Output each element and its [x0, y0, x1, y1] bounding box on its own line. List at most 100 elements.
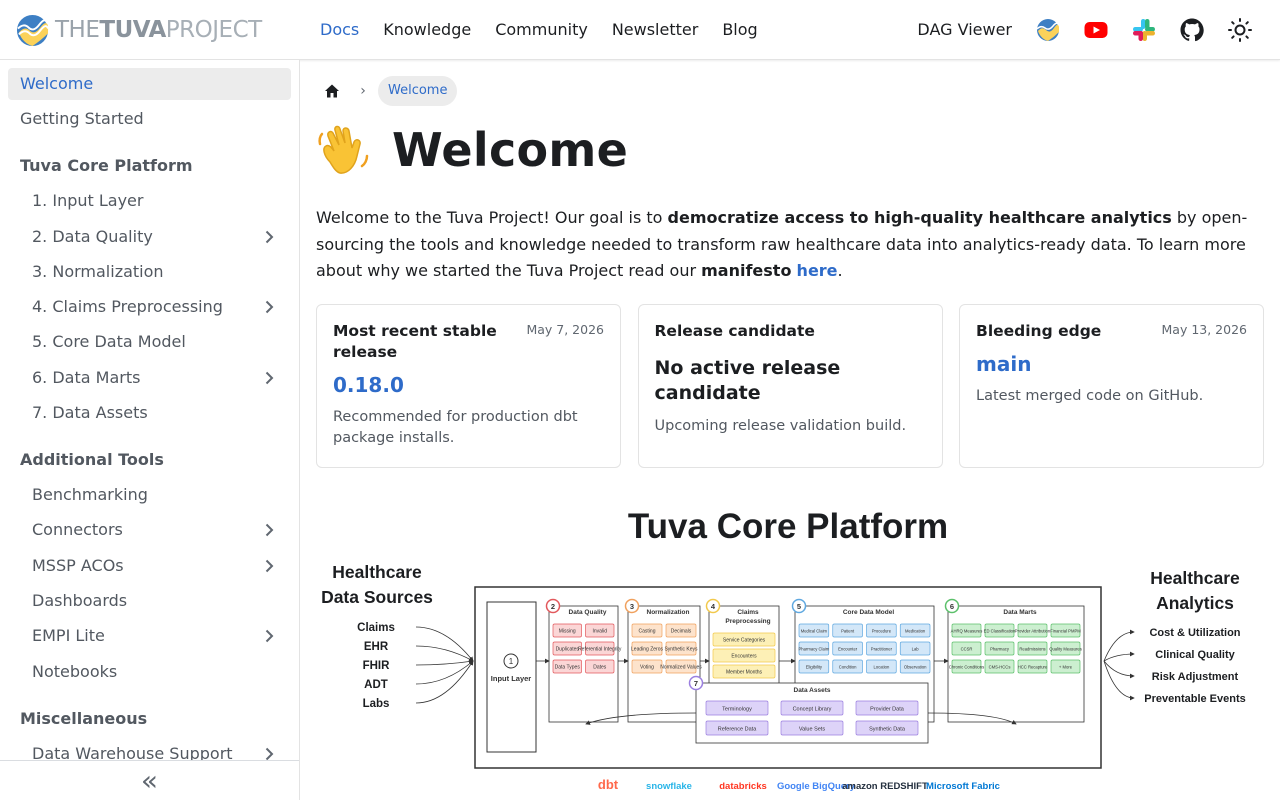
- main-branch-link[interactable]: main: [976, 352, 1247, 376]
- item-label-dates: Dates: [593, 665, 607, 671]
- home-icon: [325, 84, 339, 98]
- sidebar-item-label: MSSP ACOs: [32, 555, 124, 575]
- diagram-right-title-1: Healthcare: [1150, 568, 1240, 588]
- asset-label-value-sets: Value Sets: [799, 727, 825, 733]
- nav-blog-link[interactable]: Blog: [710, 0, 769, 60]
- breadcrumb: › Welcome: [316, 76, 1264, 106]
- section-title: Preprocessing: [725, 618, 770, 625]
- sidebar-item-core-data-model[interactable]: 5. Core Data Model: [8, 326, 291, 358]
- asset-label-provider-data: Provider Data: [870, 707, 905, 713]
- card-description: Upcoming release validation build.: [654, 418, 907, 434]
- slack-icon[interactable]: [1132, 18, 1156, 42]
- item-label-practitioner: Practitioner: [871, 647, 893, 652]
- chevron-right-icon[interactable]: [261, 299, 277, 315]
- github-icon[interactable]: [1180, 18, 1204, 42]
- manifesto-link[interactable]: here: [797, 261, 838, 280]
- section-number-label: 2: [551, 602, 555, 611]
- stable-version-link[interactable]: 0.18.0: [333, 373, 604, 397]
- logo-amazon-redshift: amazon REDSHIFT: [842, 781, 928, 792]
- item-label-financial-pmpm: Financial PMPM: [1050, 629, 1081, 634]
- sidebar-item-label: Benchmarking: [32, 485, 148, 505]
- item-label-provider-attribution: Provider Attribution: [1015, 629, 1051, 634]
- tuva-icon[interactable]: [1036, 18, 1060, 42]
- source-label-ehr: EHR: [364, 641, 389, 653]
- chevron-right-icon[interactable]: [261, 558, 277, 574]
- sidebar-item-label: Notebooks: [32, 661, 118, 681]
- sidebar-item-label: 3. Normalization: [32, 261, 164, 281]
- logo-databricks: databricks: [719, 781, 767, 792]
- brand-logo-link[interactable]: THETUVAPROJECT: [16, 12, 262, 48]
- sidebar-item-claims-preprocessing[interactable]: 4. Claims Preprocessing: [8, 291, 291, 323]
- item-label-readmissions: Readmissions: [1019, 647, 1045, 652]
- sidebar-category-core-platform[interactable]: Tuva Core Platform: [8, 150, 291, 182]
- sidebar-item-getting-started[interactable]: Getting Started: [8, 103, 291, 135]
- breadcrumb-home-link[interactable]: [316, 77, 348, 105]
- nav-community-link[interactable]: Community: [483, 0, 600, 60]
- output-arrow: [1103, 660, 1135, 701]
- source-label-fhir: FHIR: [363, 660, 391, 672]
- output-label-cost-utilization: Cost & Utilization: [1149, 627, 1240, 639]
- asset-label-concept-library: Concept Library: [793, 707, 832, 713]
- asset-label-synthetic-data: Synthetic Data: [869, 727, 906, 733]
- sidebar-item-normalization[interactable]: 3. Normalization: [8, 256, 291, 288]
- item-label-missing: Missing: [559, 629, 576, 635]
- tuva-core-platform-diagram: Tuva Core Platform Healthcare Data Sourc…: [321, 507, 1246, 792]
- diagram-title: Tuva Core Platform: [628, 507, 948, 546]
- diagram-right-title-2: Analytics: [1156, 593, 1234, 613]
- output-arrow: [1103, 629, 1135, 662]
- item-label-encounters: Encounters: [731, 654, 757, 660]
- item-label-procedure: Procedure: [872, 629, 892, 634]
- sidebar-item-welcome[interactable]: Welcome: [8, 68, 291, 100]
- section-title: Core Data Model: [843, 609, 894, 616]
- sidebar-item-data-assets[interactable]: 7. Data Assets: [8, 397, 291, 429]
- nav-knowledge-link[interactable]: Knowledge: [371, 0, 483, 60]
- nav-docs-link[interactable]: Docs: [308, 0, 371, 60]
- sidebar-category-miscellaneous[interactable]: Miscellaneous: [8, 703, 291, 735]
- card-date: May 13, 2026: [1161, 322, 1247, 337]
- sidebar-item-dashboards[interactable]: Dashboards: [8, 585, 291, 617]
- diagram-left-title-1: Healthcare: [332, 562, 422, 582]
- nav-newsletter-link[interactable]: Newsletter: [600, 0, 711, 60]
- collapse-sidebar-button[interactable]: «: [0, 760, 299, 800]
- card-description: Recommended for production dbt package i…: [333, 409, 578, 446]
- chevron-right-icon[interactable]: [261, 522, 277, 538]
- item-label-condition: Condition: [839, 665, 857, 670]
- theme-toggle-sun-icon[interactable]: [1228, 18, 1252, 42]
- sidebar-item-data-quality[interactable]: 2. Data Quality: [8, 221, 291, 253]
- sidebar-category-additional-tools[interactable]: Additional Tools: [8, 444, 291, 476]
- sidebar-item-empi-lite[interactable]: EMPI Lite: [8, 620, 291, 652]
- youtube-icon[interactable]: [1084, 18, 1108, 42]
- output-label-preventable-events: Preventable Events: [1144, 693, 1246, 705]
- item-label-duplicates: Duplicates: [556, 647, 580, 653]
- section-number-label: 3: [630, 602, 634, 611]
- sidebar-item-mssp-acos[interactable]: MSSP ACOs: [8, 550, 291, 582]
- output-label-clinical-quality: Clinical Quality: [1155, 649, 1235, 661]
- sidebar-item-connectors[interactable]: Connectors: [8, 514, 291, 546]
- source-label-labs: Labs: [363, 698, 390, 710]
- sidebar-item-input-layer[interactable]: 1. Input Layer: [8, 185, 291, 217]
- sidebar-item-label: 7. Data Assets: [32, 403, 148, 423]
- nav-dag-viewer-link[interactable]: DAG Viewer: [905, 0, 1024, 60]
- chevron-right-icon[interactable]: [261, 370, 277, 386]
- item-label-ahrq-measures: AHRQ Measures: [951, 629, 983, 634]
- item-label-observation: Observation: [904, 665, 927, 670]
- card-title: Bleeding edge: [976, 322, 1102, 340]
- output-label-risk-adjustment: Risk Adjustment: [1152, 671, 1239, 683]
- navbar: THETUVAPROJECT Docs Knowledge Community …: [0, 0, 1280, 60]
- source-label-claims: Claims: [357, 622, 395, 634]
- sidebar-item-data-marts[interactable]: 6. Data Marts: [8, 362, 291, 394]
- sidebar-item-notebooks[interactable]: Notebooks: [8, 656, 291, 688]
- sidebar-item-label: 4. Claims Preprocessing: [32, 297, 223, 317]
- item-label-encounter: Encounter: [838, 647, 858, 652]
- data-assets-title: Data Assets: [794, 687, 831, 694]
- asset-label-reference-data: Reference Data: [718, 727, 757, 733]
- sidebar-item-benchmarking[interactable]: Benchmarking: [8, 479, 291, 511]
- chevron-right-icon[interactable]: [261, 628, 277, 644]
- chevron-right-icon[interactable]: [261, 229, 277, 245]
- card-status: No active release candidate: [654, 357, 841, 404]
- sidebar-item-label: Dashboards: [32, 590, 128, 610]
- asset-label-terminology: Terminology: [722, 707, 752, 713]
- release-cards: Most recent stable release May 7, 2026 0…: [316, 304, 1264, 468]
- nav-right: DAG Viewer: [905, 0, 1264, 60]
- manifesto-label: manifesto: [701, 261, 792, 280]
